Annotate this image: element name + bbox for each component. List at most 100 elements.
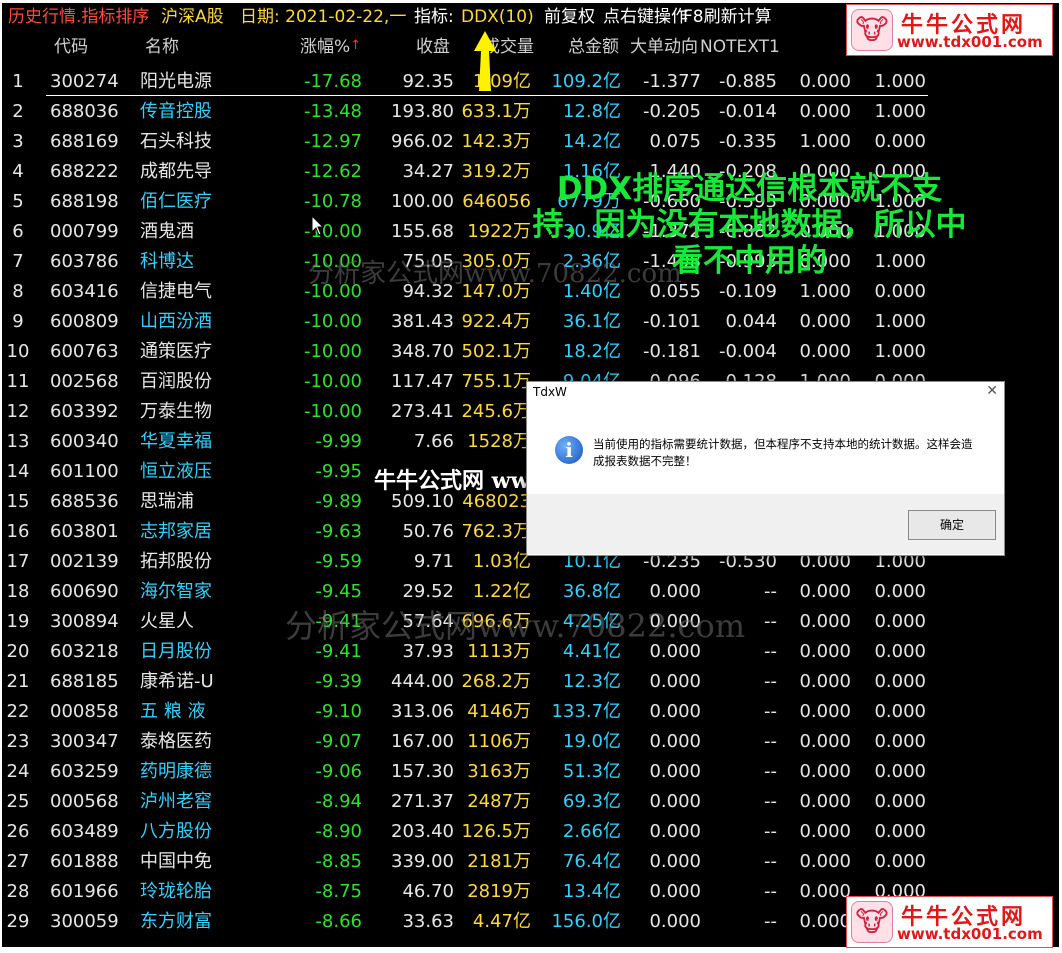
extra-value-2: 0.000	[874, 641, 926, 662]
column-header-amount[interactable]: 总金额	[568, 33, 619, 61]
big-order-trend: -0.101	[642, 311, 701, 332]
indicator-value[interactable]: DDX(10)	[461, 3, 534, 31]
stock-code: 688036	[50, 101, 119, 122]
close-price: 50.76	[402, 521, 454, 542]
notext1-value: --	[764, 881, 777, 902]
table-row[interactable]: 1 300274 阳光电源 -17.68 92.35 1.09亿 109.2亿 -1.377-…	[2, 67, 1059, 97]
table-row[interactable]: 9 600809 山西汾酒 -10.00 381.43 922.4万 36.1亿 -0.101…	[2, 307, 1059, 337]
stock-code: 600340	[50, 431, 119, 452]
close-price: 9.71	[413, 551, 454, 572]
change-pct: -9.06	[315, 761, 362, 782]
big-order-trend: 0.000	[649, 881, 701, 902]
row-index: 22	[6, 701, 30, 722]
amount: 109.2亿	[551, 71, 621, 92]
stock-name: 泸州老窖	[140, 791, 212, 812]
adjust-mode[interactable]: 前复权	[544, 3, 595, 31]
table-row[interactable]: 21 688185 康希诺-U -9.39 444.00 268.2万 12.3亿 0.000…	[2, 667, 1059, 697]
table-row[interactable]: 22 000858 五 粮 液 -9.10 313.06 4146万 133.7亿 0.000…	[2, 697, 1059, 727]
stock-name: 万泰生物	[140, 401, 212, 422]
notext1-value: -0.014	[718, 101, 777, 122]
table-row[interactable]: 24 603259 药明康德 -9.06 157.30 3163万 51.3亿 0.000 --…	[2, 757, 1059, 787]
row-index: 10	[6, 341, 30, 362]
stock-code: 600809	[50, 311, 119, 332]
close-icon[interactable]: ✕	[986, 383, 998, 399]
volume: 4.47亿	[472, 911, 531, 932]
extra-value-1: 0.000	[799, 641, 851, 662]
volume: 755.1万	[461, 371, 531, 392]
column-header-code[interactable]: 代码	[54, 33, 88, 61]
column-header-close[interactable]: 收盘	[416, 33, 450, 61]
column-header-name[interactable]: 名称	[145, 33, 179, 61]
notext1-value: -0.885	[718, 71, 777, 92]
row-index: 20	[6, 641, 30, 662]
row-index: 17	[6, 551, 30, 572]
stock-name: 思瑞浦	[140, 491, 194, 512]
change-pct: -8.66	[315, 911, 362, 932]
change-pct: -8.90	[315, 821, 362, 842]
table-row[interactable]: 27 601888 中国中免 -8.85 339.00 2181万 76.4亿 0.000 --…	[2, 847, 1059, 877]
table-row[interactable]: 2 688036 传音控股 -13.48 193.80 633.1万 12.8亿 -0.205…	[2, 97, 1059, 127]
row-index: 13	[6, 431, 30, 452]
amount: 18.2亿	[562, 341, 621, 362]
notext1-value: --	[764, 821, 777, 842]
stock-code: 603489	[50, 821, 119, 842]
column-header-notext1[interactable]: NOTEXT1	[700, 33, 780, 61]
notext1-value: --	[764, 701, 777, 722]
stock-code: 603786	[50, 251, 119, 272]
big-order-trend: 0.000	[649, 911, 701, 932]
market-selector[interactable]: 沪深A股	[161, 3, 224, 31]
amount: 12.3亿	[562, 671, 621, 692]
row-index: 8	[12, 281, 24, 302]
volume: 4146万	[467, 701, 531, 722]
volume: 922.4万	[461, 311, 531, 332]
change-pct: -9.99	[315, 431, 362, 452]
stock-name: 百润股份	[140, 371, 212, 392]
notext1-value: --	[764, 791, 777, 812]
extra-value-1: 0.000	[799, 71, 851, 92]
extra-value-1: 0.000	[799, 101, 851, 122]
stock-code: 300894	[50, 611, 119, 632]
view-title[interactable]: 历史行情.指标排序	[8, 3, 149, 31]
row-index: 7	[12, 251, 24, 272]
table-row[interactable]: 25 000568 泸州老窖 -8.94 271.37 2487万 69.3亿 0.000 --…	[2, 787, 1059, 817]
table-row[interactable]: 23 300347 泰格医药 -9.07 167.00 1106万 19.0亿 0.000 --…	[2, 727, 1059, 757]
stock-code: 601888	[50, 851, 119, 872]
ok-button[interactable]: 确定	[908, 510, 996, 540]
amount: 12.8亿	[562, 101, 621, 122]
close-price: 313.06	[391, 701, 454, 722]
date-label[interactable]: 日期: 2021-02-22,一	[240, 3, 406, 31]
amount: 36.1亿	[562, 311, 621, 332]
change-pct: -9.89	[315, 491, 362, 512]
change-pct: -8.75	[315, 881, 362, 902]
extra-value-1: 0.000	[799, 611, 851, 632]
row-index: 15	[6, 491, 30, 512]
extra-value-1: 0.000	[799, 821, 851, 842]
stock-code: 688222	[50, 161, 119, 182]
stock-code: 600763	[50, 341, 119, 362]
stock-name: 泰格医药	[140, 731, 212, 752]
amount: 133.7亿	[551, 701, 621, 722]
stock-code: 688185	[50, 671, 119, 692]
column-header-big-order[interactable]: 大单动向	[630, 33, 698, 61]
close-price: 339.00	[391, 851, 454, 872]
close-price: 167.00	[391, 731, 454, 752]
column-header-change[interactable]: 涨幅%↑	[300, 33, 361, 63]
mouse-cursor-icon	[311, 215, 325, 236]
change-pct: -8.94	[315, 791, 362, 812]
stock-name: 恒立液压	[140, 461, 212, 482]
stock-code: 603218	[50, 641, 119, 662]
watermark: 分析家公式网www.70822.com	[285, 607, 746, 645]
table-row[interactable]: 10 600763 通策医疗 -10.00 348.70 502.1万 18.2亿 -0.18…	[2, 337, 1059, 367]
stock-code: 603416	[50, 281, 119, 302]
stock-name: 石头科技	[140, 131, 212, 152]
volume: 1922万	[467, 221, 531, 242]
table-row[interactable]: 3 688169 石头科技 -12.97 966.02 142.3万 14.2亿 0.075-…	[2, 127, 1059, 157]
row-index: 27	[6, 851, 30, 872]
change-pct: -10.00	[303, 341, 362, 362]
change-pct: -17.68	[303, 71, 362, 92]
row-index: 12	[6, 401, 30, 422]
extra-value-2: 0.000	[874, 821, 926, 842]
change-pct: -10.00	[303, 371, 362, 392]
table-row[interactable]: 26 603489 八方股份 -8.90 203.40 126.5万 2.66亿 0.000 -…	[2, 817, 1059, 847]
big-order-trend: 0.000	[649, 761, 701, 782]
